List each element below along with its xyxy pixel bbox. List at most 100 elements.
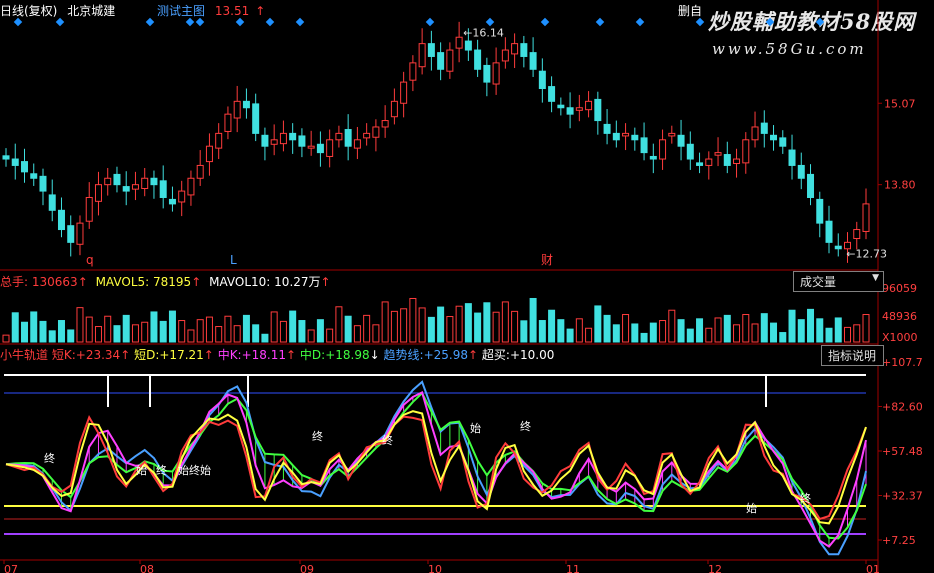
mid-d-label: 中D: — [299, 348, 326, 362]
candle-body — [215, 132, 223, 149]
volume-bar — [150, 311, 158, 343]
indicator-help-button[interactable]: 指标说明 — [821, 345, 884, 366]
mid-d-value: +18.98 — [325, 348, 370, 362]
signal-diamond-icon — [185, 17, 195, 27]
volume-bar — [224, 315, 232, 343]
up-arrow-icon: ↑ — [468, 348, 479, 362]
signal-label: 始 — [136, 463, 147, 477]
candle-body — [557, 104, 565, 109]
candle-body — [659, 139, 667, 160]
candle-body — [751, 126, 759, 141]
candle-body — [575, 107, 583, 111]
candle-body — [677, 134, 685, 147]
candle-body — [270, 139, 278, 145]
signal-label: 始 — [200, 463, 211, 477]
candle-body — [242, 100, 250, 109]
volume-bar — [723, 314, 731, 343]
volume-bar — [187, 329, 195, 343]
signal-label: 终 — [382, 433, 393, 447]
candle-body — [67, 225, 75, 243]
volume-bar — [807, 308, 815, 343]
candle-body — [622, 132, 630, 137]
volume-bar — [464, 303, 472, 343]
candle-body — [57, 209, 65, 231]
candle-body — [187, 177, 195, 196]
volume-bar — [233, 325, 241, 343]
volume-bar — [85, 316, 93, 343]
volume-bar — [400, 308, 408, 343]
volume-bar — [20, 321, 28, 343]
candle-body — [150, 177, 158, 186]
signal-diamond-icon — [13, 17, 23, 27]
volume-bar — [770, 322, 778, 343]
candle-body — [631, 134, 639, 141]
candle-body — [464, 40, 472, 51]
volume-bar — [779, 332, 787, 343]
signal-label: 始 — [746, 501, 757, 515]
x-tick-label: 11 — [566, 563, 580, 573]
candle-body — [686, 143, 694, 160]
volume-bar — [122, 314, 130, 343]
signal-label: 终 — [44, 451, 55, 465]
short-d-value: +17.21 — [159, 348, 204, 362]
signal-label: 终 — [520, 419, 531, 433]
candle-body — [178, 190, 186, 203]
candle-body — [30, 173, 38, 179]
up-arrow-icon: ↑ — [286, 348, 297, 362]
signal-diamond-icon — [295, 17, 305, 27]
up-arrow-icon: ↑ — [203, 348, 214, 362]
candle-body — [585, 100, 593, 111]
volume-bar — [834, 317, 842, 343]
volume-bar — [2, 334, 10, 343]
up-arrow-icon: ↑ — [77, 275, 88, 289]
candle-body — [252, 103, 260, 134]
volume-bar — [668, 309, 676, 343]
volume-bar — [529, 297, 537, 343]
candle-body — [733, 158, 741, 165]
candle-body — [437, 52, 445, 70]
volume-bar — [178, 320, 186, 343]
volume-bar — [344, 315, 352, 343]
candle-body — [816, 198, 824, 224]
candle-body — [483, 64, 491, 83]
volume-bar — [538, 320, 546, 343]
volume-bar — [862, 314, 870, 343]
volume-tick-label: 96059 — [882, 282, 917, 295]
marker-cai: 财 — [541, 253, 553, 267]
volume-bar — [363, 314, 371, 343]
volume-bar — [474, 312, 482, 343]
volume-bar — [252, 324, 260, 343]
candle-body — [446, 49, 454, 72]
volume-bar — [640, 332, 648, 343]
volume-bar — [594, 305, 602, 343]
marker-L: L — [230, 253, 237, 267]
candle-body — [520, 43, 528, 57]
volume-bar — [686, 328, 694, 343]
volume-bar — [215, 326, 223, 343]
candle-body — [196, 164, 204, 179]
volume-tick-label: 48936 — [882, 310, 917, 323]
overbought-value: +10.00 — [509, 348, 555, 362]
candle-body — [603, 123, 611, 134]
candle-body — [381, 120, 389, 128]
volume-bar — [94, 326, 102, 343]
volume-bar — [511, 310, 519, 343]
volume-bar — [705, 327, 713, 343]
candle-body — [400, 81, 408, 104]
volume-bar — [520, 320, 528, 343]
volume-bar — [677, 319, 685, 343]
volume-legend: 总手: 130663↑ MAVOL5: 78195↑ MAVOL10: 10.2… — [0, 273, 331, 290]
signal-diamond-icon — [195, 17, 205, 27]
candle-body — [113, 173, 121, 186]
signal-diamond-icon — [145, 17, 155, 27]
volume-bar — [307, 329, 315, 343]
indicator-selector[interactable]: 成交量 ▼ — [793, 271, 884, 292]
volume-bar — [372, 324, 380, 343]
volume-bar — [853, 324, 861, 343]
low-price-label: ←12.73 — [846, 247, 887, 260]
volume-bar — [381, 301, 389, 343]
candle-body — [316, 143, 324, 154]
trend-label: 趋势线: — [383, 348, 424, 362]
candle-body — [825, 220, 833, 243]
volume-bar — [455, 305, 463, 343]
